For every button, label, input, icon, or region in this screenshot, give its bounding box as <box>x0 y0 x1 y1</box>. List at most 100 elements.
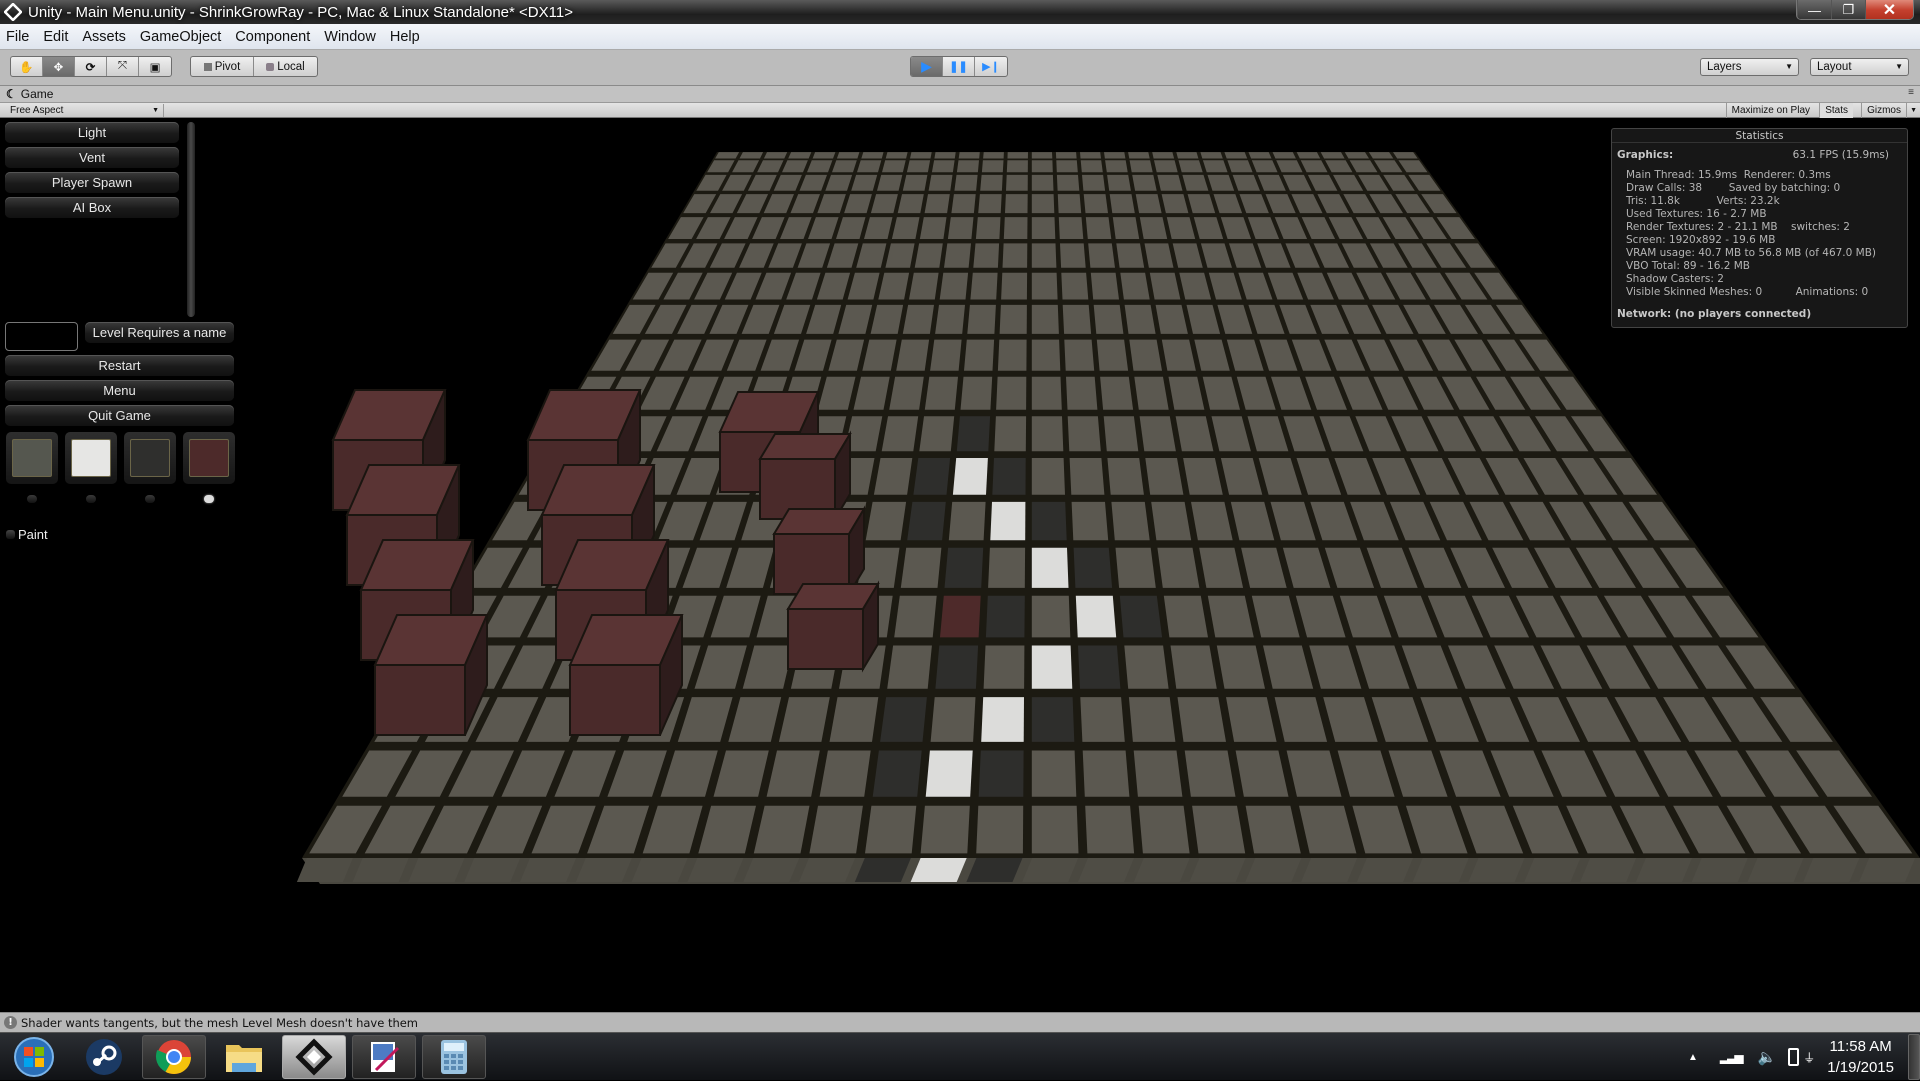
local-button[interactable]: Local <box>254 57 317 76</box>
floor-tile <box>951 194 976 214</box>
floor-tile <box>1224 152 1248 159</box>
floor-tile <box>763 152 788 159</box>
taskbar-unity[interactable] <box>282 1035 346 1079</box>
maximize-on-play-toggle[interactable]: Maximize on Play <box>1725 103 1815 118</box>
play-button[interactable]: ▶ <box>911 57 943 76</box>
network-signal-icon[interactable]: ▂▃▅ <box>1720 1050 1744 1064</box>
pivot-button[interactable]: Pivot <box>191 57 254 76</box>
floor-tile <box>1154 160 1178 173</box>
object-list-scrollbar[interactable] <box>187 122 195 317</box>
floor-tile <box>914 243 943 268</box>
floor-tile <box>900 547 942 588</box>
rotate-tool-button[interactable]: ⟳ <box>75 57 107 76</box>
floor-tile <box>1152 152 1175 159</box>
stats-toggle[interactable]: Stats <box>1819 103 1853 118</box>
floor-tile <box>935 304 965 334</box>
paint-checkbox[interactable] <box>6 530 15 539</box>
floor-tile <box>1005 194 1028 214</box>
floor-tile <box>739 152 764 159</box>
taskbar-file-explorer[interactable] <box>212 1035 276 1079</box>
floor-tile <box>967 304 996 334</box>
menu-button[interactable]: Menu <box>5 380 234 401</box>
volume-icon[interactable]: 🔈 <box>1758 1048 1777 1066</box>
taskbar-chrome[interactable] <box>142 1035 206 1079</box>
floor-tile <box>1151 501 1192 541</box>
floor-tile <box>964 339 995 371</box>
restart-button[interactable]: Restart <box>5 355 234 376</box>
clock[interactable]: 11:58 AM 1/19/2015 <box>1827 1036 1894 1078</box>
floor-tile <box>1066 376 1098 410</box>
floor-tile <box>896 339 930 371</box>
menu-help[interactable]: Help <box>383 29 427 45</box>
chrome-icon <box>155 1040 191 1074</box>
swatch-radio-white[interactable] <box>86 495 96 503</box>
floor-tile <box>1073 547 1113 588</box>
floor-tile <box>996 376 1027 410</box>
floor-tile <box>865 805 917 854</box>
floor-tile <box>940 595 981 638</box>
floor-tile <box>865 501 907 541</box>
swatch-dark[interactable] <box>124 432 176 484</box>
taskbar-calculator[interactable] <box>422 1035 486 1079</box>
swatch-red[interactable] <box>183 432 235 484</box>
close-button[interactable]: ✕ <box>1865 0 1913 19</box>
gizmos-toggle[interactable]: Gizmos <box>1861 103 1906 118</box>
layers-dropdown[interactable]: Layers ▼ <box>1700 58 1799 76</box>
swatch-radio-dark[interactable] <box>145 495 155 503</box>
place-ai-box-button[interactable]: AI Box <box>5 197 179 218</box>
hand-tool-button[interactable]: ✋ <box>11 57 43 76</box>
move-tool-button[interactable]: ✥ <box>43 57 75 76</box>
menu-gameobject[interactable]: GameObject <box>133 29 228 45</box>
rect-tool-button[interactable]: ▣ <box>139 57 171 76</box>
paint-toggle[interactable]: Paint <box>6 527 48 542</box>
show-desktop-button[interactable] <box>1908 1034 1920 1080</box>
floor-tile <box>902 304 934 334</box>
quit-game-button[interactable]: Quit Game <box>5 405 234 426</box>
maximize-button[interactable]: ❐ <box>1831 0 1865 19</box>
floor-tile <box>976 805 1024 854</box>
floor-tile <box>809 805 863 854</box>
show-hidden-icons-button[interactable]: ▲ <box>1688 1052 1698 1063</box>
layout-dropdown[interactable]: Layout ▼ <box>1810 58 1909 76</box>
floor-tile <box>1056 160 1078 173</box>
menu-window[interactable]: Window <box>317 29 383 45</box>
start-button[interactable] <box>2 1035 66 1079</box>
pause-button[interactable]: ❚❚ <box>943 57 975 76</box>
floor-tile <box>1090 272 1119 300</box>
menu-bar: File Edit Assets GameObject Component Wi… <box>0 24 1920 50</box>
panel-menu-icon[interactable]: ≡ <box>1908 87 1914 98</box>
level-name-input[interactable] <box>5 322 78 351</box>
swatch-gray[interactable] <box>6 432 58 484</box>
tab-game[interactable]: ☾ Game <box>6 86 53 102</box>
level-requires-name-button[interactable]: Level Requires a name <box>85 322 234 343</box>
swatch-radio-gray[interactable] <box>27 495 37 503</box>
menu-file[interactable]: File <box>0 29 36 45</box>
taskbar-paint[interactable] <box>352 1035 416 1079</box>
move-icon: ✥ <box>53 61 64 74</box>
status-bar[interactable]: ! Shader wants tangents, but the mesh Le… <box>0 1012 1920 1032</box>
battery-icon[interactable] <box>1788 1048 1800 1066</box>
menu-edit[interactable]: Edit <box>36 29 75 45</box>
swatch-radio-red[interactable] <box>204 495 214 503</box>
swatch-white[interactable] <box>65 432 117 484</box>
floor-tile <box>1031 697 1075 742</box>
statistics-panel: Statistics Graphics: 63.1 FPS (15.9ms) M… <box>1611 128 1908 328</box>
floor-tile <box>958 152 980 159</box>
console-message[interactable]: Shader wants tangents, but the mesh Leve… <box>21 1016 418 1030</box>
step-button[interactable]: ▶❙ <box>975 57 1007 76</box>
scale-tool-button[interactable]: ⤧ <box>107 57 139 76</box>
gizmos-dropdown-arrow[interactable]: ▼ <box>1906 103 1920 118</box>
floor-tile <box>1002 243 1028 268</box>
menu-assets[interactable]: Assets <box>75 29 133 45</box>
floor-tile <box>1157 547 1200 588</box>
stat-line: Screen: 1920x892 - 19.6 MB <box>1626 234 1776 246</box>
taskbar-steam[interactable] <box>72 1035 136 1079</box>
floor-tile <box>1104 152 1126 159</box>
floor-tile <box>1031 645 1073 689</box>
place-light-button[interactable]: Light <box>5 122 179 143</box>
place-player-spawn-button[interactable]: Player Spawn <box>5 172 179 193</box>
minimize-button[interactable]: — <box>1797 0 1831 19</box>
aspect-dropdown[interactable]: Free Aspect ▼ <box>6 104 164 117</box>
menu-component[interactable]: Component <box>228 29 317 45</box>
place-vent-button[interactable]: Vent <box>5 147 179 168</box>
